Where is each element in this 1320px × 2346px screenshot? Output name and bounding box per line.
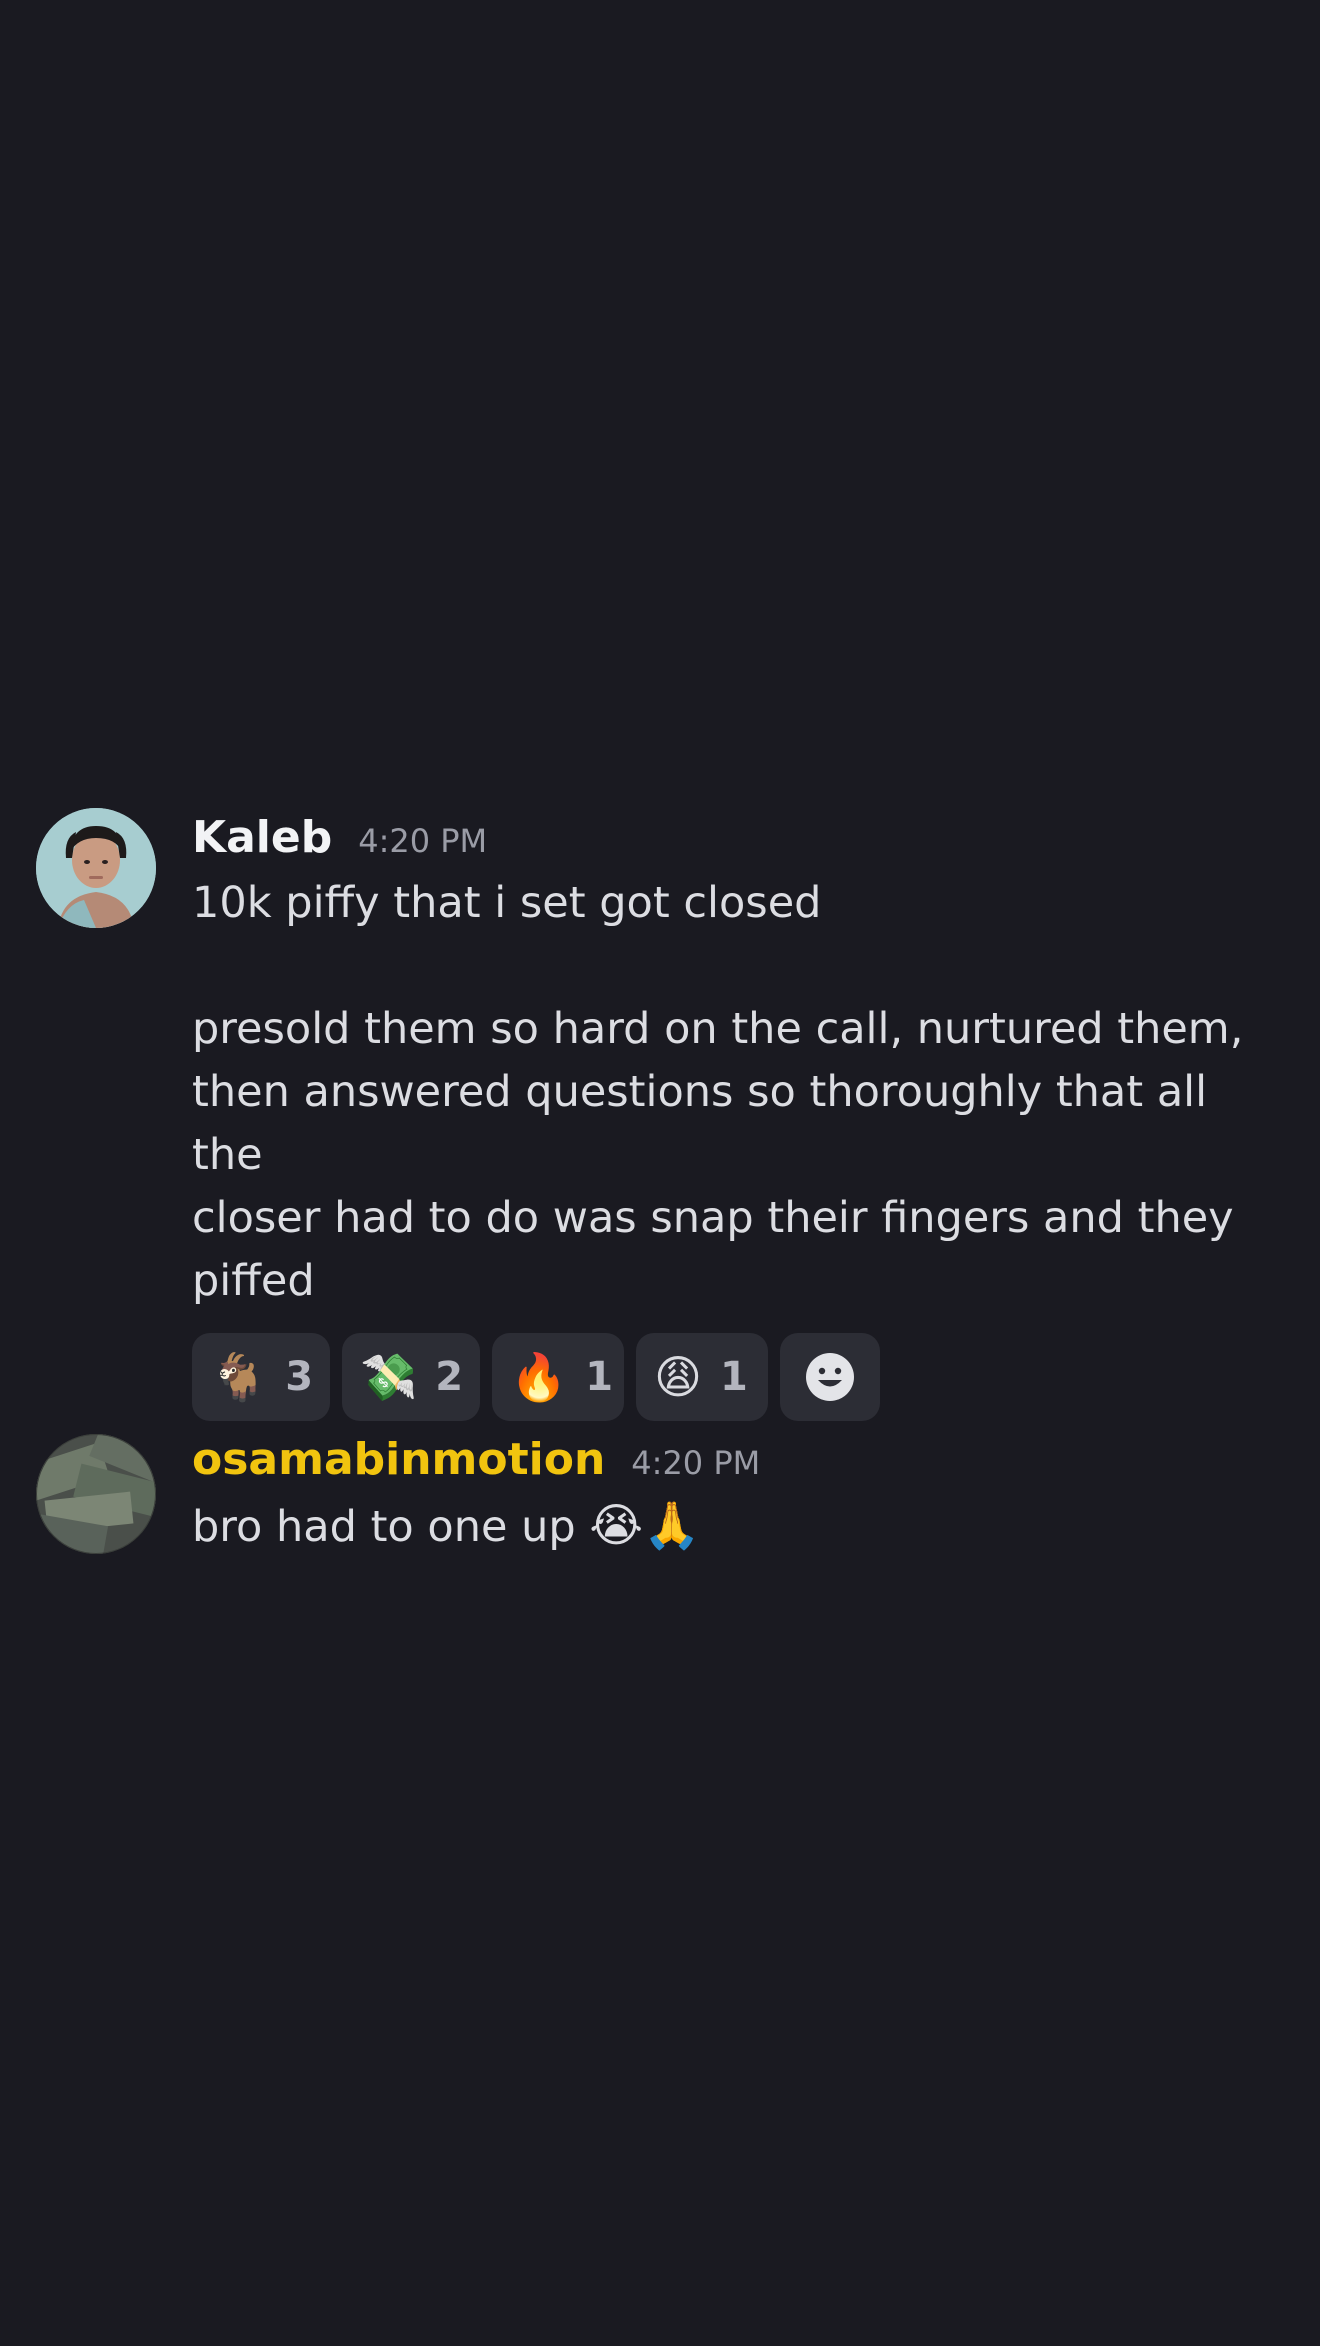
reaction-count: 2 — [435, 1354, 464, 1400]
message-timestamp: 4:20 PM — [631, 1444, 761, 1482]
reaction-count: 1 — [585, 1354, 614, 1400]
avatar-money-photo-icon — [36, 1434, 156, 1554]
weary-face-emoji-icon: 😩 — [654, 1350, 702, 1404]
user-avatar-osamabinmotion[interactable] — [36, 1434, 156, 1554]
crying-praying-emoji-icon: 😭🙏 — [589, 1498, 701, 1552]
message-text-content: bro had to one up — [192, 1502, 576, 1552]
message-line: piffed — [192, 1256, 315, 1306]
message-osamabinmotion[interactable]: osamabinmotion 4:20 PM bro had to one up… — [0, 1434, 1320, 1564]
author-name[interactable]: osamabinmotion — [192, 1434, 605, 1485]
add-reaction-smiley-icon — [806, 1353, 854, 1401]
message-kaleb[interactable]: Kaleb 4:20 PM 10k piffy that i set got c… — [0, 808, 1320, 1421]
message-timestamp: 4:20 PM — [358, 822, 488, 860]
message-line: then answered questions so thoroughly th… — [192, 1067, 1221, 1180]
money-with-wings-emoji-icon: 💸 — [360, 1350, 418, 1404]
reaction-weary-face[interactable]: 😩 1 — [636, 1333, 768, 1421]
goat-emoji-icon: 🐐 — [210, 1350, 268, 1404]
reaction-money-with-wings[interactable]: 💸 2 — [342, 1333, 480, 1421]
message-line-blank — [192, 935, 1280, 998]
reaction-goat[interactable]: 🐐 3 — [192, 1333, 330, 1421]
reaction-bar: 🐐 3 💸 2 🔥 1 😩 1 — [192, 1333, 1280, 1421]
reaction-count: 1 — [719, 1354, 748, 1400]
message-line: closer had to do was snap their fingers … — [192, 1193, 1234, 1243]
reaction-fire[interactable]: 🔥 1 — [492, 1333, 624, 1421]
message-text: 10k piffy that i set got closed presold t… — [192, 872, 1280, 1313]
message-line: 10k piffy that i set got closed — [192, 878, 822, 928]
fire-emoji-icon: 🔥 — [510, 1350, 568, 1404]
reaction-count: 3 — [285, 1354, 314, 1400]
user-avatar-kaleb[interactable] — [36, 808, 156, 928]
message-text: bro had to one up 😭🙏 — [192, 1494, 1280, 1559]
author-name[interactable]: Kaleb — [192, 812, 332, 863]
avatar-photo-icon — [36, 808, 156, 928]
add-reaction-button[interactable] — [780, 1333, 880, 1421]
message-line: presold them so hard on the call, nurtur… — [192, 1004, 1244, 1054]
